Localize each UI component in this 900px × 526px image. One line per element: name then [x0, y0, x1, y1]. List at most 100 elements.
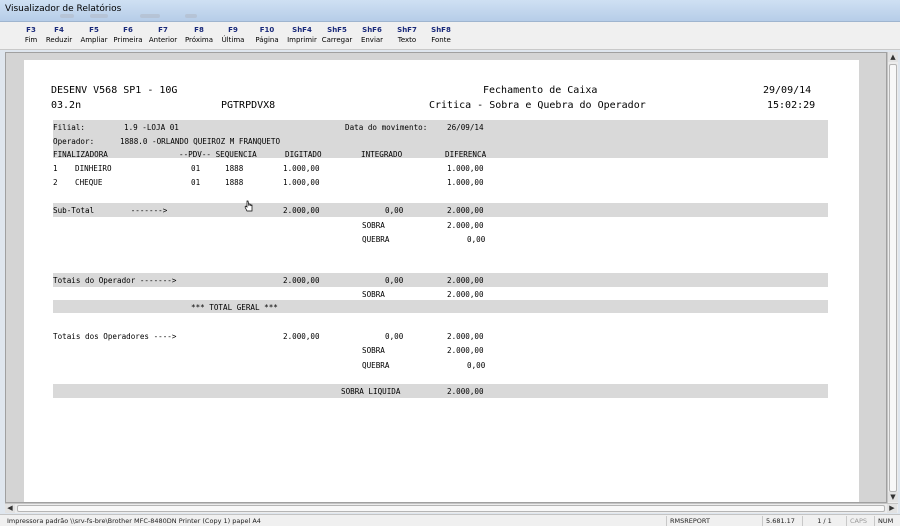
pagina-button[interactable]: F10 Página — [250, 24, 284, 48]
button-label: Última — [221, 36, 245, 44]
subtotal-integrado: 0,00 — [385, 206, 404, 215]
vertical-scroll-thumb[interactable] — [889, 64, 897, 492]
button-label: Anterior — [148, 36, 178, 44]
column-pdv-sequencia: --PDV-- SEQUENCIA — [179, 150, 257, 159]
status-caps: CAPS — [846, 516, 874, 526]
shortcut-key: F9 — [228, 26, 238, 34]
row-diferenca: 1.000,00 — [447, 164, 484, 173]
shortcut-key: F4 — [54, 26, 64, 34]
button-label: Reduzir — [45, 36, 73, 44]
row-finalizadora: CHEQUE — [75, 178, 103, 187]
report-title: Fechamento de Caixa — [483, 85, 598, 96]
total-geral-label: *** TOTAL GERAL *** — [191, 303, 278, 312]
totais-operadores-label: Totais dos Operadores ----> — [53, 332, 177, 341]
row-pdv: 01 — [191, 164, 201, 173]
shortcut-key: F10 — [259, 26, 275, 34]
total-geral-band — [53, 300, 828, 313]
column-diferenca: DIFERENCA — [445, 150, 487, 159]
shortcut-key: F8 — [194, 26, 204, 34]
vertical-scrollbar[interactable]: ▲ ▼ — [887, 52, 898, 503]
button-label: Primeira — [113, 36, 143, 44]
ampliar-button[interactable]: F5 Ampliar — [77, 24, 111, 48]
texto-button[interactable]: ShF7 Texto — [390, 24, 424, 48]
report-program: PGTRPDVX8 — [221, 100, 276, 111]
titlebar-obscured-region — [60, 14, 74, 18]
proxima-button[interactable]: F8 Próxima — [182, 24, 216, 48]
button-label: Página — [255, 36, 279, 44]
row-sequencia: 1888 — [225, 178, 244, 187]
row-sequencia: 1888 — [225, 164, 244, 173]
shortcut-key: F5 — [89, 26, 99, 34]
horizontal-scrollbar[interactable]: ◀ ▶ — [5, 503, 898, 513]
row-diferenca: 1.000,00 — [447, 178, 484, 187]
shortcut-key: F6 — [123, 26, 133, 34]
window-titlebar[interactable]: Visualizador de Relatórios — [0, 0, 900, 22]
status-report-name: RMSREPORT — [666, 516, 762, 526]
totais-operador-sobra-value: 2.000,00 — [447, 290, 484, 299]
subtotal-diferenca: 2.000,00 — [447, 206, 484, 215]
totais-operadores-diferenca: 2.000,00 — [447, 332, 484, 341]
titlebar-obscured-region — [90, 14, 108, 18]
function-key-toolbar: F3 Fim F4 Reduzir F5 Ampliar F6 Primeira F7 A… — [0, 22, 900, 50]
subtotal-sobra-label: SOBRA — [362, 221, 385, 230]
column-digitado: DIGITADO — [285, 150, 322, 159]
subtotal-sobra-value: 2.000,00 — [447, 221, 484, 230]
reduzir-button[interactable]: F4 Reduzir — [42, 24, 76, 48]
column-finalizadora: FINALIZADORA — [53, 150, 108, 159]
button-label: Ampliar — [80, 36, 108, 44]
button-label: Texto — [397, 36, 417, 44]
sobra-liquida-band — [53, 384, 828, 398]
ultima-button[interactable]: F9 Última — [216, 24, 250, 48]
titlebar-obscured-region — [140, 14, 160, 18]
horizontal-scroll-thumb[interactable] — [17, 505, 885, 512]
data-movimento-label: Data do movimento: — [345, 123, 428, 132]
button-label: Enviar — [360, 36, 384, 44]
row-pdv: 01 — [191, 178, 201, 187]
scroll-left-icon[interactable]: ◀ — [5, 504, 15, 513]
button-label: Imprimir — [287, 36, 317, 44]
status-printer: Impressora padrão \\srv-fs-bre\Brother M… — [7, 517, 261, 525]
report-page: DESENV V568 SP1 - 10G Fechamento de Caix… — [24, 60, 859, 502]
data-movimento-value: 26/09/14 — [447, 123, 484, 132]
primeira-button[interactable]: F6 Primeira — [111, 24, 145, 48]
totais-operadores-digitado: 2.000,00 — [283, 332, 320, 341]
report-system: DESENV V568 SP1 - 10G — [51, 85, 178, 96]
report-viewport[interactable]: DESENV V568 SP1 - 10G Fechamento de Caix… — [5, 52, 887, 503]
totais-operador-sobra-label: SOBRA — [362, 290, 385, 299]
fonte-button[interactable]: ShF8 Fonte — [424, 24, 458, 48]
scroll-down-icon[interactable]: ▼ — [888, 492, 898, 502]
filial-label: Filial: — [53, 123, 86, 132]
row-number: 1 — [53, 164, 58, 173]
imprimir-button[interactable]: ShF4 Imprimir — [285, 24, 319, 48]
row-finalizadora: DINHEIRO — [75, 164, 112, 173]
carregar-button[interactable]: ShF5 Carregar — [320, 24, 354, 48]
operador-value: 1888.0 -ORLANDO QUEIROZ M FRANQUETO — [120, 137, 281, 146]
sobra-liquida-value: 2.000,00 — [447, 387, 484, 396]
subtotal-band — [53, 203, 828, 217]
totais-operador-integrado: 0,00 — [385, 276, 404, 285]
scroll-up-icon[interactable]: ▲ — [888, 52, 898, 62]
titlebar-obscured-region — [185, 14, 197, 18]
shortcut-key: ShF8 — [431, 26, 451, 34]
totais-operadores-quebra-value: 0,00 — [467, 361, 486, 370]
shortcut-key: ShF6 — [362, 26, 382, 34]
row-digitado: 1.000,00 — [283, 178, 320, 187]
subtotal-quebra-label: QUEBRA — [362, 235, 390, 244]
shortcut-key: F7 — [158, 26, 168, 34]
row-number: 2 — [53, 178, 58, 187]
totais-operador-label: Totais do Operador -------> — [53, 276, 177, 285]
report-time: 15:02:29 — [767, 100, 816, 111]
status-page: 1 / 1 — [802, 516, 846, 526]
button-label: Carregar — [321, 36, 353, 44]
filial-value: 1.9 -LOJA 01 — [124, 123, 179, 132]
status-bar: Impressora padrão \\srv-fs-bre\Brother M… — [0, 514, 900, 526]
subtotal-quebra-value: 0,00 — [467, 235, 486, 244]
enviar-button[interactable]: ShF6 Enviar — [355, 24, 389, 48]
anterior-button[interactable]: F7 Anterior — [146, 24, 180, 48]
totais-operadores-integrado: 0,00 — [385, 332, 404, 341]
scroll-right-icon[interactable]: ▶ — [887, 504, 897, 513]
shortcut-key: ShF4 — [292, 26, 312, 34]
report-version: 03.2n — [51, 100, 82, 111]
totais-operador-diferenca: 2.000,00 — [447, 276, 484, 285]
totais-operadores-quebra-label: QUEBRA — [362, 361, 390, 370]
